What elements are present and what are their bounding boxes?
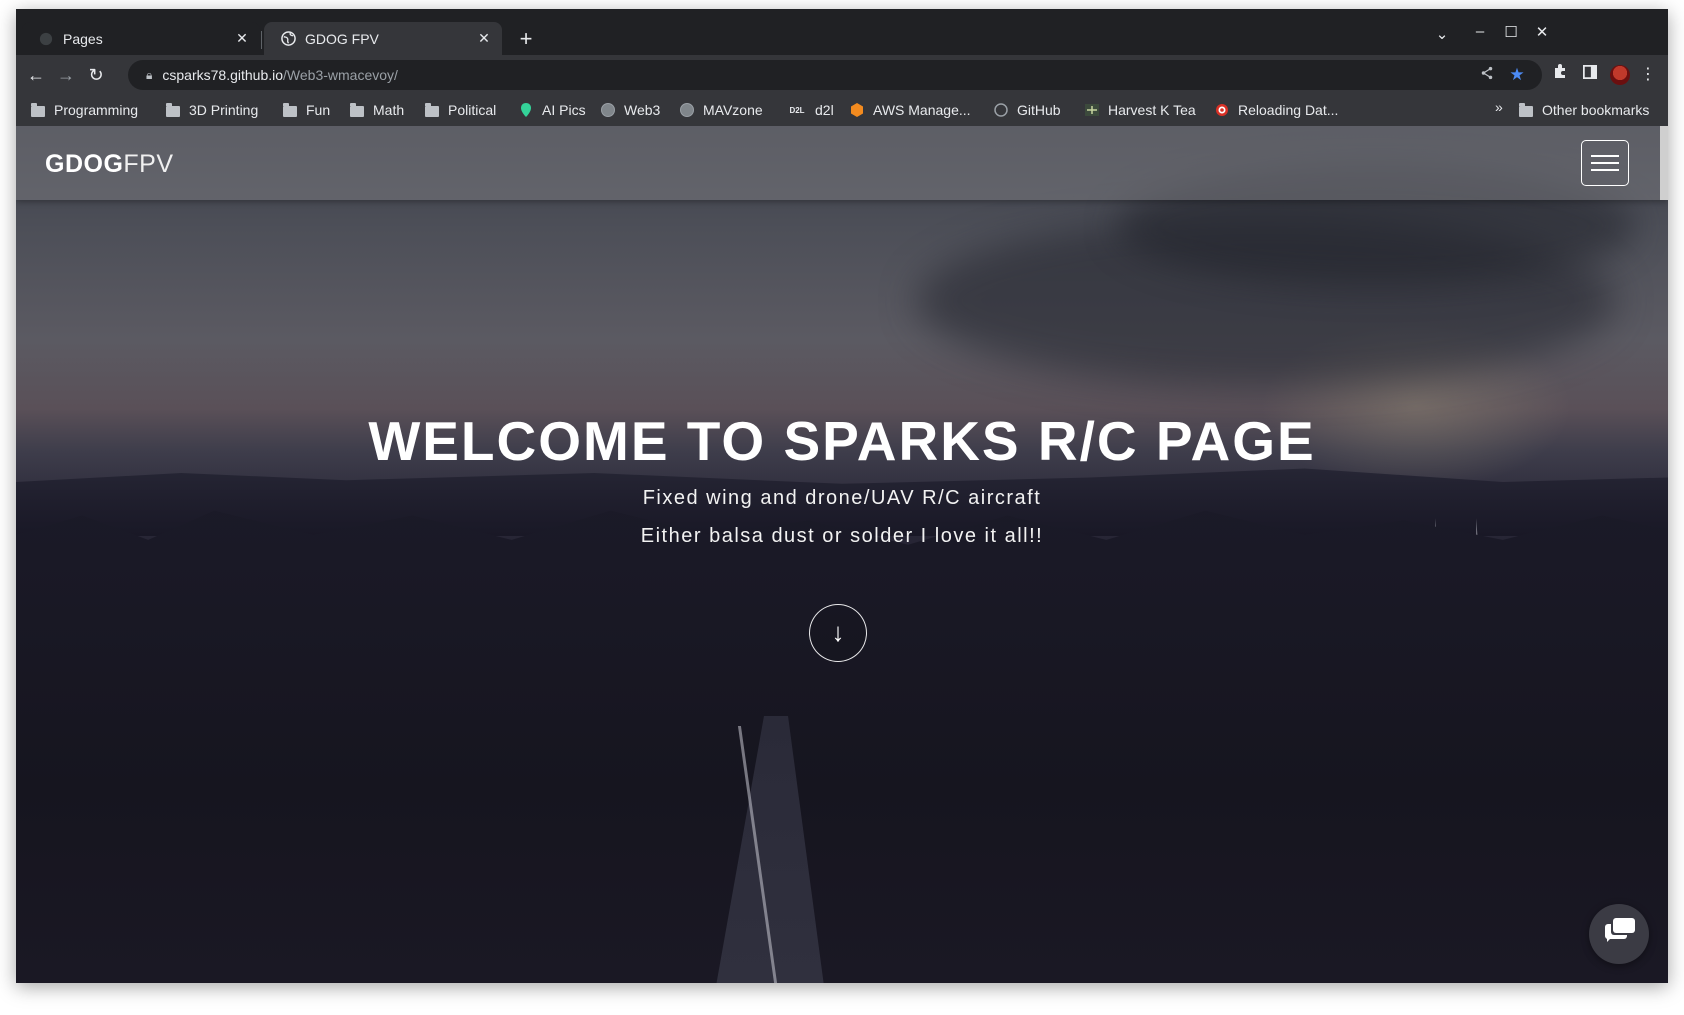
site-brand[interactable]: GDOGFPV — [45, 150, 174, 179]
bookmark-d2l[interactable]: D2L d2l — [787, 99, 834, 121]
close-icon[interactable]: ✕ — [476, 30, 492, 46]
github-icon — [993, 102, 1009, 118]
other-bookmarks[interactable]: Other bookmarks — [1518, 99, 1649, 121]
menu-kebab-icon[interactable]: ⋮ — [1636, 63, 1660, 87]
bookmark-aws[interactable]: AWS Manage... — [849, 99, 971, 121]
hero-background-forest — [16, 510, 1668, 983]
bookmark-programming[interactable]: Programming — [30, 99, 138, 121]
hero-title: WELCOME TO SPARKS R/C PAGE — [368, 410, 1316, 472]
github-icon — [38, 31, 54, 47]
folder-icon — [165, 102, 181, 118]
arrow-down-icon: ↓ — [831, 617, 845, 647]
bookmark-label: MAVzone — [703, 102, 763, 118]
address-bar[interactable]: 🔒︎ csparks78.github.io/Web3-wmacevoy/ ★ — [128, 60, 1542, 90]
tab-gdog-fpv[interactable]: GDOG FPV ✕ — [264, 22, 502, 55]
bookmark-label: Political — [448, 102, 497, 118]
tab-title: Pages — [63, 30, 103, 47]
menu-line — [1591, 162, 1619, 164]
globe-icon — [280, 31, 296, 47]
menu-line — [1591, 155, 1619, 157]
globe-icon — [600, 102, 616, 118]
chat-button[interactable] — [1589, 904, 1649, 964]
bookmarks-bar: Programming 3D Printing Fun Math Politic… — [16, 95, 1668, 127]
folder-icon — [30, 102, 46, 118]
bookmark-3d-printing[interactable]: 3D Printing — [165, 99, 258, 121]
bookmark-github[interactable]: GitHub — [993, 99, 1061, 121]
maximize-icon[interactable]: ☐ — [1499, 23, 1523, 41]
brand-bold: GDOG — [45, 150, 124, 178]
profile-avatar[interactable] — [1610, 65, 1630, 85]
chat-bubble-tail — [1607, 937, 1612, 942]
menu-line — [1591, 169, 1619, 171]
bookmark-label: Other bookmarks — [1542, 102, 1650, 118]
aws-icon — [849, 102, 865, 118]
tab-strip: Pages ✕ GDOG FPV ✕ + ⌄ – ☐ ✕ — [16, 9, 1668, 55]
page-viewport: GDOGFPV WELCOME TO SPARKS R/C PAGE Fixed… — [16, 126, 1668, 983]
page-scrollbar[interactable] — [1660, 126, 1668, 200]
share-icon[interactable] — [1478, 66, 1496, 84]
hero-subtitle-line1: Fixed wing and drone/UAV R/C aircraft — [642, 487, 1042, 509]
pin-icon — [518, 102, 534, 118]
browser-window: Pages ✕ GDOG FPV ✕ + ⌄ – ☐ ✕ ← → ↻ 🔒︎ cs… — [16, 9, 1668, 983]
url-host: csparks78.github.io — [162, 67, 284, 83]
bookmark-math[interactable]: Math — [349, 99, 404, 121]
forward-icon[interactable]: → — [54, 63, 78, 87]
bookmark-star-icon[interactable]: ★ — [1508, 66, 1526, 84]
extensions-icon[interactable] — [1548, 63, 1572, 87]
folder-icon — [349, 102, 365, 118]
folder-icon — [424, 102, 440, 118]
reload-icon[interactable]: ↻ — [84, 63, 108, 87]
hamburger-menu-button[interactable] — [1581, 140, 1629, 186]
bookmark-label: Web3 — [624, 102, 661, 118]
bookmark-label: GitHub — [1017, 102, 1061, 118]
hero-subtitle-line2: Either balsa dust or solder I love it al… — [640, 525, 1044, 547]
bookmark-label: 3D Printing — [189, 102, 259, 118]
tab-title: GDOG FPV — [305, 30, 379, 47]
d2l-icon: D2L — [789, 105, 805, 115]
bookmark-label: Math — [373, 102, 405, 118]
bookmark-web3[interactable]: Web3 — [600, 99, 660, 121]
bookmark-label: Fun — [306, 102, 331, 118]
close-icon[interactable]: ✕ — [234, 30, 250, 46]
bookmark-harvest-k-tea[interactable]: Harvest K Tea — [1084, 99, 1196, 121]
bookmark-label: AWS Manage... — [873, 102, 971, 118]
url-path: /Web3-wmacevoy/ — [283, 67, 398, 83]
side-panel-icon[interactable] — [1578, 63, 1602, 87]
tea-icon — [1084, 102, 1100, 118]
globe-icon — [679, 102, 695, 118]
tab-separator — [261, 31, 262, 49]
bookmark-label: Programming — [54, 102, 139, 118]
minimize-icon[interactable]: – — [1468, 23, 1492, 40]
bookmark-label: Harvest K Tea — [1108, 102, 1196, 118]
back-icon[interactable]: ← — [24, 63, 48, 87]
bookmark-ai-pics[interactable]: AI Pics — [518, 99, 586, 121]
site-navbar: GDOGFPV — [16, 126, 1668, 200]
bookmark-political[interactable]: Political — [424, 99, 496, 121]
browser-toolbar: ← → ↻ 🔒︎ csparks78.github.io/Web3-wmacev… — [16, 55, 1668, 95]
new-tab-button[interactable]: + — [514, 27, 538, 51]
bookmark-label: Reloading Dat... — [1238, 102, 1339, 118]
tab-search-chevron-icon[interactable]: ⌄ — [1430, 25, 1454, 43]
bookmark-fun[interactable]: Fun — [282, 99, 330, 121]
bookmark-reloading-data[interactable]: Reloading Dat... — [1214, 99, 1338, 121]
bookmarks-overflow-icon[interactable]: » — [1495, 99, 1503, 115]
lock-icon: 🔒︎ — [146, 67, 153, 82]
bookmark-mavzone[interactable]: MAVzone — [679, 99, 763, 121]
tab-pages[interactable]: Pages ✕ — [22, 22, 260, 55]
bookmark-label: d2l — [815, 102, 834, 118]
scroll-down-button[interactable]: ↓ — [809, 604, 867, 662]
bookmark-label: AI Pics — [542, 102, 586, 118]
brand-light: FPV — [123, 150, 174, 178]
chat-bubbles-icon — [1613, 918, 1635, 933]
target-icon — [1214, 102, 1230, 118]
folder-icon — [282, 102, 298, 118]
folder-icon — [1518, 102, 1534, 118]
window-close-icon[interactable]: ✕ — [1530, 23, 1554, 41]
